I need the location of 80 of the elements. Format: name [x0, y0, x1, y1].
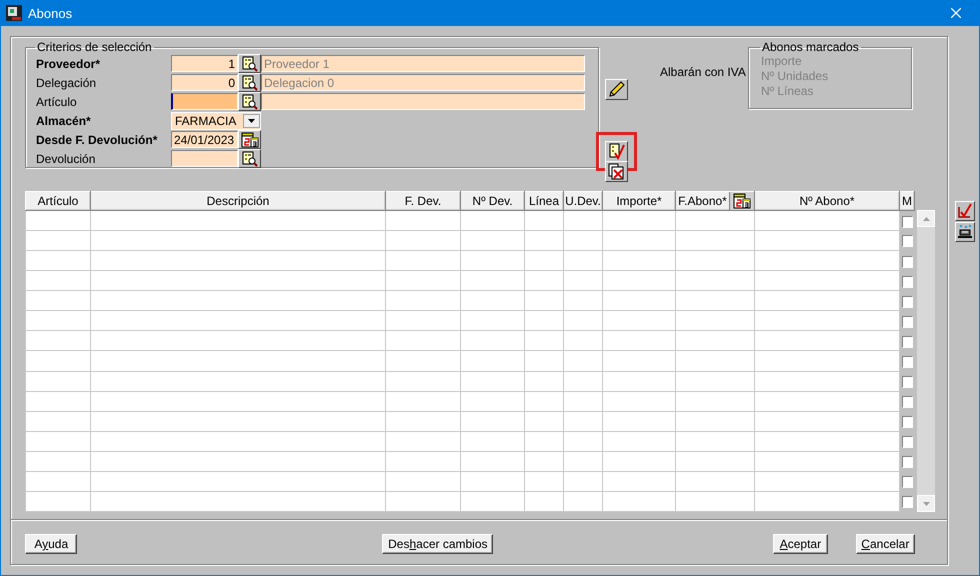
field-label: Devolución	[36, 152, 96, 166]
column-header[interactable]: Artículo	[26, 192, 90, 211]
lookup-button[interactable]	[238, 92, 261, 111]
window-title: Abonos	[28, 6, 74, 20]
row-checkbox[interactable]	[902, 276, 913, 288]
summary-label: Nº Líneas	[761, 84, 814, 99]
dialog-button[interactable]: Ayuda	[25, 534, 78, 554]
row-checkbox[interactable]	[902, 356, 913, 368]
field-label: Artículo	[36, 94, 78, 108]
field-label: Proveedor*	[36, 56, 102, 70]
field-label: Desde F. Devolución*	[36, 132, 158, 146]
row-checkbox[interactable]	[902, 256, 913, 268]
lookup-icon	[242, 74, 258, 90]
iva-label: Albarán con IVA	[660, 65, 747, 81]
column-header[interactable]: Descripción	[90, 192, 386, 211]
column-header[interactable]: F. Dev.	[386, 192, 460, 211]
column-header[interactable]: Nº Dev.	[460, 192, 524, 211]
up-arrow-icon	[922, 216, 930, 220]
code-field[interactable]	[171, 150, 238, 167]
side-tool-button[interactable]	[955, 201, 975, 221]
row-checkbox[interactable]	[902, 436, 913, 448]
field-label: Delegación	[36, 76, 98, 90]
column-header[interactable]: F.Abono*	[676, 192, 754, 211]
dialog-button[interactable]: Aceptar	[773, 534, 828, 554]
checkbox-tick-icon	[957, 203, 973, 219]
column-header[interactable]: Línea	[524, 192, 564, 211]
row-checkbox[interactable]	[902, 376, 913, 388]
dialog-button[interactable]: Cancelar	[856, 534, 915, 554]
group-title: Criterios de selección	[36, 41, 153, 54]
app-icon	[6, 5, 22, 21]
row-checkbox[interactable]	[902, 336, 913, 348]
pencil-icon	[608, 81, 624, 98]
row-checkbox[interactable]	[902, 456, 913, 468]
document-check-icon	[608, 143, 624, 160]
row-checkbox[interactable]	[902, 476, 913, 488]
code-field[interactable]: 0	[171, 74, 238, 91]
scrollbar[interactable]	[917, 210, 935, 512]
row-checkbox[interactable]	[902, 396, 913, 408]
row-checkbox[interactable]	[902, 316, 913, 328]
summary-label: Importe	[761, 54, 803, 69]
lookup-icon	[242, 150, 258, 166]
date-field[interactable]: 24/01/2023	[171, 131, 238, 148]
lookup-button[interactable]	[238, 73, 261, 92]
printer-icon	[957, 224, 973, 240]
row-checkbox[interactable]	[902, 235, 913, 248]
description-field: Proveedor 1	[261, 55, 585, 72]
toolbar-button[interactable]	[604, 79, 628, 100]
calendar-icon	[240, 132, 258, 148]
row-checkbox[interactable]	[902, 296, 913, 308]
calendar-icon	[733, 193, 751, 210]
column-header[interactable]: M	[900, 192, 914, 211]
lookup-icon	[242, 94, 258, 110]
column-header[interactable]: Nº Abono*	[754, 192, 900, 211]
column-label: F.Abono*	[677, 194, 728, 208]
summary-label: Nº Unidades	[761, 69, 830, 84]
column-header[interactable]: Importe*	[602, 192, 676, 211]
row-checkbox[interactable]	[902, 416, 913, 428]
toolbar-button[interactable]	[604, 141, 628, 162]
lookup-icon	[242, 56, 258, 72]
row-checkbox[interactable]	[902, 496, 913, 508]
column-header[interactable]: U.Dev.	[564, 192, 602, 211]
group-title: Abonos marcados	[761, 41, 860, 54]
dialog-button[interactable]: Deshacer cambios	[382, 534, 494, 554]
code-field[interactable]	[171, 93, 238, 110]
side-tool-button[interactable]	[955, 222, 975, 242]
dropdown[interactable]: FARMACIA	[171, 112, 261, 130]
close-icon	[951, 8, 961, 18]
dropdown-arrow-icon	[248, 118, 255, 122]
code-field[interactable]: 1	[171, 55, 238, 72]
field-label: Almacén*	[36, 114, 92, 128]
toolbar-button[interactable]	[604, 161, 628, 182]
calendar-button[interactable]	[729, 192, 754, 210]
description-field: Delegacion 0	[261, 74, 585, 91]
scroll-down-button[interactable]	[917, 495, 935, 512]
row-checkbox[interactable]	[902, 216, 913, 228]
scroll-up-button[interactable]	[917, 210, 935, 227]
down-arrow-icon	[922, 502, 930, 506]
document-cross-icon	[608, 163, 624, 180]
lookup-button[interactable]	[238, 149, 261, 168]
lookup-button[interactable]	[238, 54, 261, 73]
